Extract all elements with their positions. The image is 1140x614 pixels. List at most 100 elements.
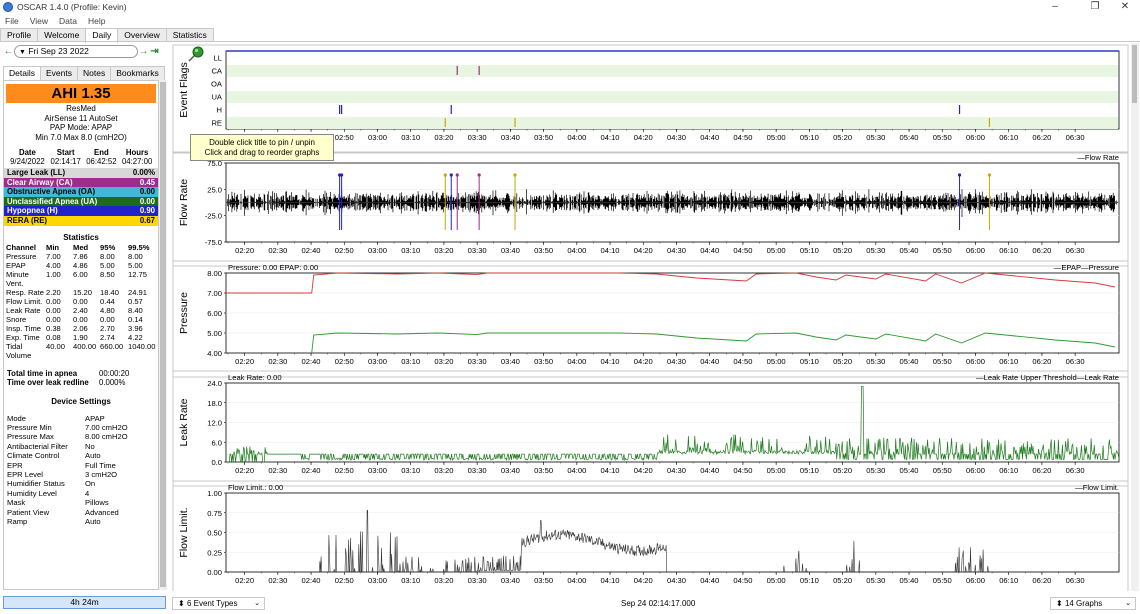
graph-area[interactable]: Event Flags 02:20 02:30 02:40 02:50 03:00 03:1… <box>171 43 1130 591</box>
stats-value: 12.75 <box>128 269 148 279</box>
detail-tabs: Details Events Notes Bookmarks <box>3 66 165 80</box>
tab-details[interactable]: Details <box>3 66 41 80</box>
event-index-row[interactable]: RERA (RE) 0.67 <box>4 215 158 226</box>
tab-overview[interactable]: Overview <box>117 28 167 42</box>
x-tick-label: 04:40 <box>700 357 719 366</box>
setting-value: Full Time <box>85 460 116 470</box>
stats-row: Flow Limit. 0.00 0.00 0.44 0.57 <box>6 297 158 306</box>
y-tick-label: 0.75 <box>207 509 222 518</box>
tab-welcome[interactable]: Welcome <box>37 28 87 42</box>
graphs-scrollbar[interactable] <box>1131 43 1139 591</box>
event-index-label: Clear Airway (CA) <box>7 177 73 187</box>
x-tick-label: 03:30 <box>468 357 487 366</box>
event-index-row[interactable]: Unclassified Apnea (UA) 0.00 <box>4 196 158 207</box>
y-tick-label: 7.00 <box>207 289 222 298</box>
x-tick-label: 04:00 <box>567 357 586 366</box>
x-tick-label: 03:00 <box>368 133 387 142</box>
menu-data[interactable]: Data <box>59 16 77 26</box>
setting-value: Advanced <box>85 507 119 517</box>
previous-day-arrow-icon[interactable]: ← <box>3 46 14 57</box>
x-tick-label: 02:40 <box>302 576 321 585</box>
tooltip-line-1: Double click title to pin / unpin <box>209 138 315 147</box>
session-duration-bar[interactable]: 4h 24m <box>3 596 166 609</box>
tab-statistics[interactable]: Statistics <box>165 28 214 42</box>
details-scrollbar[interactable] <box>159 80 167 590</box>
event-index-row[interactable]: Hypopnea (H) 0.90 <box>4 206 158 216</box>
y-tick-label: 24.0 <box>207 379 222 388</box>
event-index-row[interactable]: Clear Airway (CA) 0.45 <box>4 177 158 188</box>
pin-icon[interactable] <box>186 44 206 64</box>
tab-events[interactable]: Events <box>39 66 78 80</box>
x-tick-label: 03:10 <box>401 133 420 142</box>
y-tick-label: 5.00 <box>207 329 222 338</box>
epap-series <box>311 332 1116 354</box>
x-tick-label: 03:00 <box>368 466 387 475</box>
menu-help[interactable]: Help <box>88 16 105 26</box>
menu-file[interactable]: File <box>5 16 19 26</box>
event-types-dropdown[interactable]: ⬍ 6 Event Types ⌄ <box>172 597 265 610</box>
x-tick-label: 03:20 <box>434 466 453 475</box>
session-row[interactable]: 9/24/2022 02:14:17 06:42:52 04:27:00 <box>7 157 155 166</box>
x-tick-label: 03:00 <box>368 576 387 585</box>
x-tick-label: 05:20 <box>833 576 852 585</box>
x-tick-label: 06:00 <box>966 576 985 585</box>
x-tick-label: 02:30 <box>268 576 287 585</box>
stats-row: Tidal Volume 40.00 400.00 660.00 1040.00 <box>6 342 158 360</box>
y-axis-title: Flow Rate <box>178 179 190 226</box>
stats-channel: Tidal Volume <box>6 341 32 360</box>
device-settings-table: Mode APAP Pressure Min 7.00 cmH2O Pressure… <box>7 414 157 527</box>
date-picker[interactable]: ▼ Fri Sep 23 2022 <box>14 44 138 58</box>
stats-channel: Exp. Time <box>6 332 40 342</box>
stats-value: 3.96 <box>128 323 143 333</box>
tab-notes[interactable]: Notes <box>76 66 112 80</box>
stats-value: 0.00 <box>73 314 88 324</box>
app-icon <box>3 2 13 12</box>
x-tick-label: 05:00 <box>767 466 786 475</box>
scrollbar-thumb[interactable] <box>1132 45 1137 103</box>
y-tick-label: 25.0 <box>207 185 222 194</box>
session-date: 9/24/2022 <box>10 157 45 166</box>
tab-profile[interactable]: Profile <box>0 28 39 42</box>
x-tick-label: 03:50 <box>534 246 553 255</box>
chevron-down-icon: ⌄ <box>254 600 260 607</box>
flag-row-label: LL <box>214 54 222 63</box>
stats-row: Leak Rate 0.00 2.40 4.80 8.40 <box>6 306 158 315</box>
x-tick-label: 06:10 <box>999 133 1018 142</box>
tab-bookmarks[interactable]: Bookmarks <box>110 66 165 80</box>
device-setting-row: Ramp Auto <box>7 517 157 526</box>
x-tick-label: 05:10 <box>800 466 819 475</box>
event-index-row[interactable]: Large Leak (LL) 0.00% <box>4 168 158 178</box>
device-setting-row: Mask Pillows <box>7 498 157 507</box>
event-index-row[interactable]: Obstructive Apnea (OA) 0.00 <box>4 187 158 197</box>
x-tick-label: 04:40 <box>700 133 719 142</box>
stats-value: 2.06 <box>73 323 88 333</box>
next-day-arrow-icon[interactable]: → <box>138 46 149 57</box>
scrollbar-thumb[interactable] <box>160 82 166 587</box>
flow-event-dot <box>455 173 459 177</box>
stats-value: 0.00 <box>46 305 61 315</box>
minimize-icon[interactable]: – <box>1040 0 1070 14</box>
stats-channel: Insp. Time <box>6 323 42 333</box>
ahi-banner: AHI 1.35 <box>6 84 156 103</box>
close-icon[interactable]: ✕ <box>1110 0 1140 14</box>
graphs-dropdown[interactable]: ⬍ 14 Graphs ⌄ <box>1050 597 1136 610</box>
stats-value: 4.00 <box>46 260 61 270</box>
statistics-title: Statistics <box>63 232 99 242</box>
setting-name: Mode <box>7 413 26 423</box>
flag-row-label: UA <box>211 93 222 102</box>
stats-value: 0.57 <box>128 296 143 306</box>
x-tick-label: 04:40 <box>700 576 719 585</box>
maximize-icon[interactable]: ❐ <box>1080 0 1110 14</box>
x-tick-label: 06:10 <box>999 246 1018 255</box>
x-tick-label: 04:20 <box>634 466 653 475</box>
x-tick-label: 04:50 <box>733 357 752 366</box>
graph-legend: ―Flow Limit. <box>1075 483 1119 492</box>
cursor-timestamp: Sep 24 02:14:17.000 <box>621 599 696 608</box>
device-setting-row: Humidifier Status On <box>7 479 157 488</box>
x-tick-label: 05:50 <box>933 133 952 142</box>
x-tick-label: 05:10 <box>800 357 819 366</box>
menu-view[interactable]: View <box>30 16 48 26</box>
x-tick-label: 02:30 <box>268 246 287 255</box>
setting-name: Ramp <box>7 517 28 527</box>
last-day-arrow-icon[interactable]: ⇥ <box>149 46 160 57</box>
